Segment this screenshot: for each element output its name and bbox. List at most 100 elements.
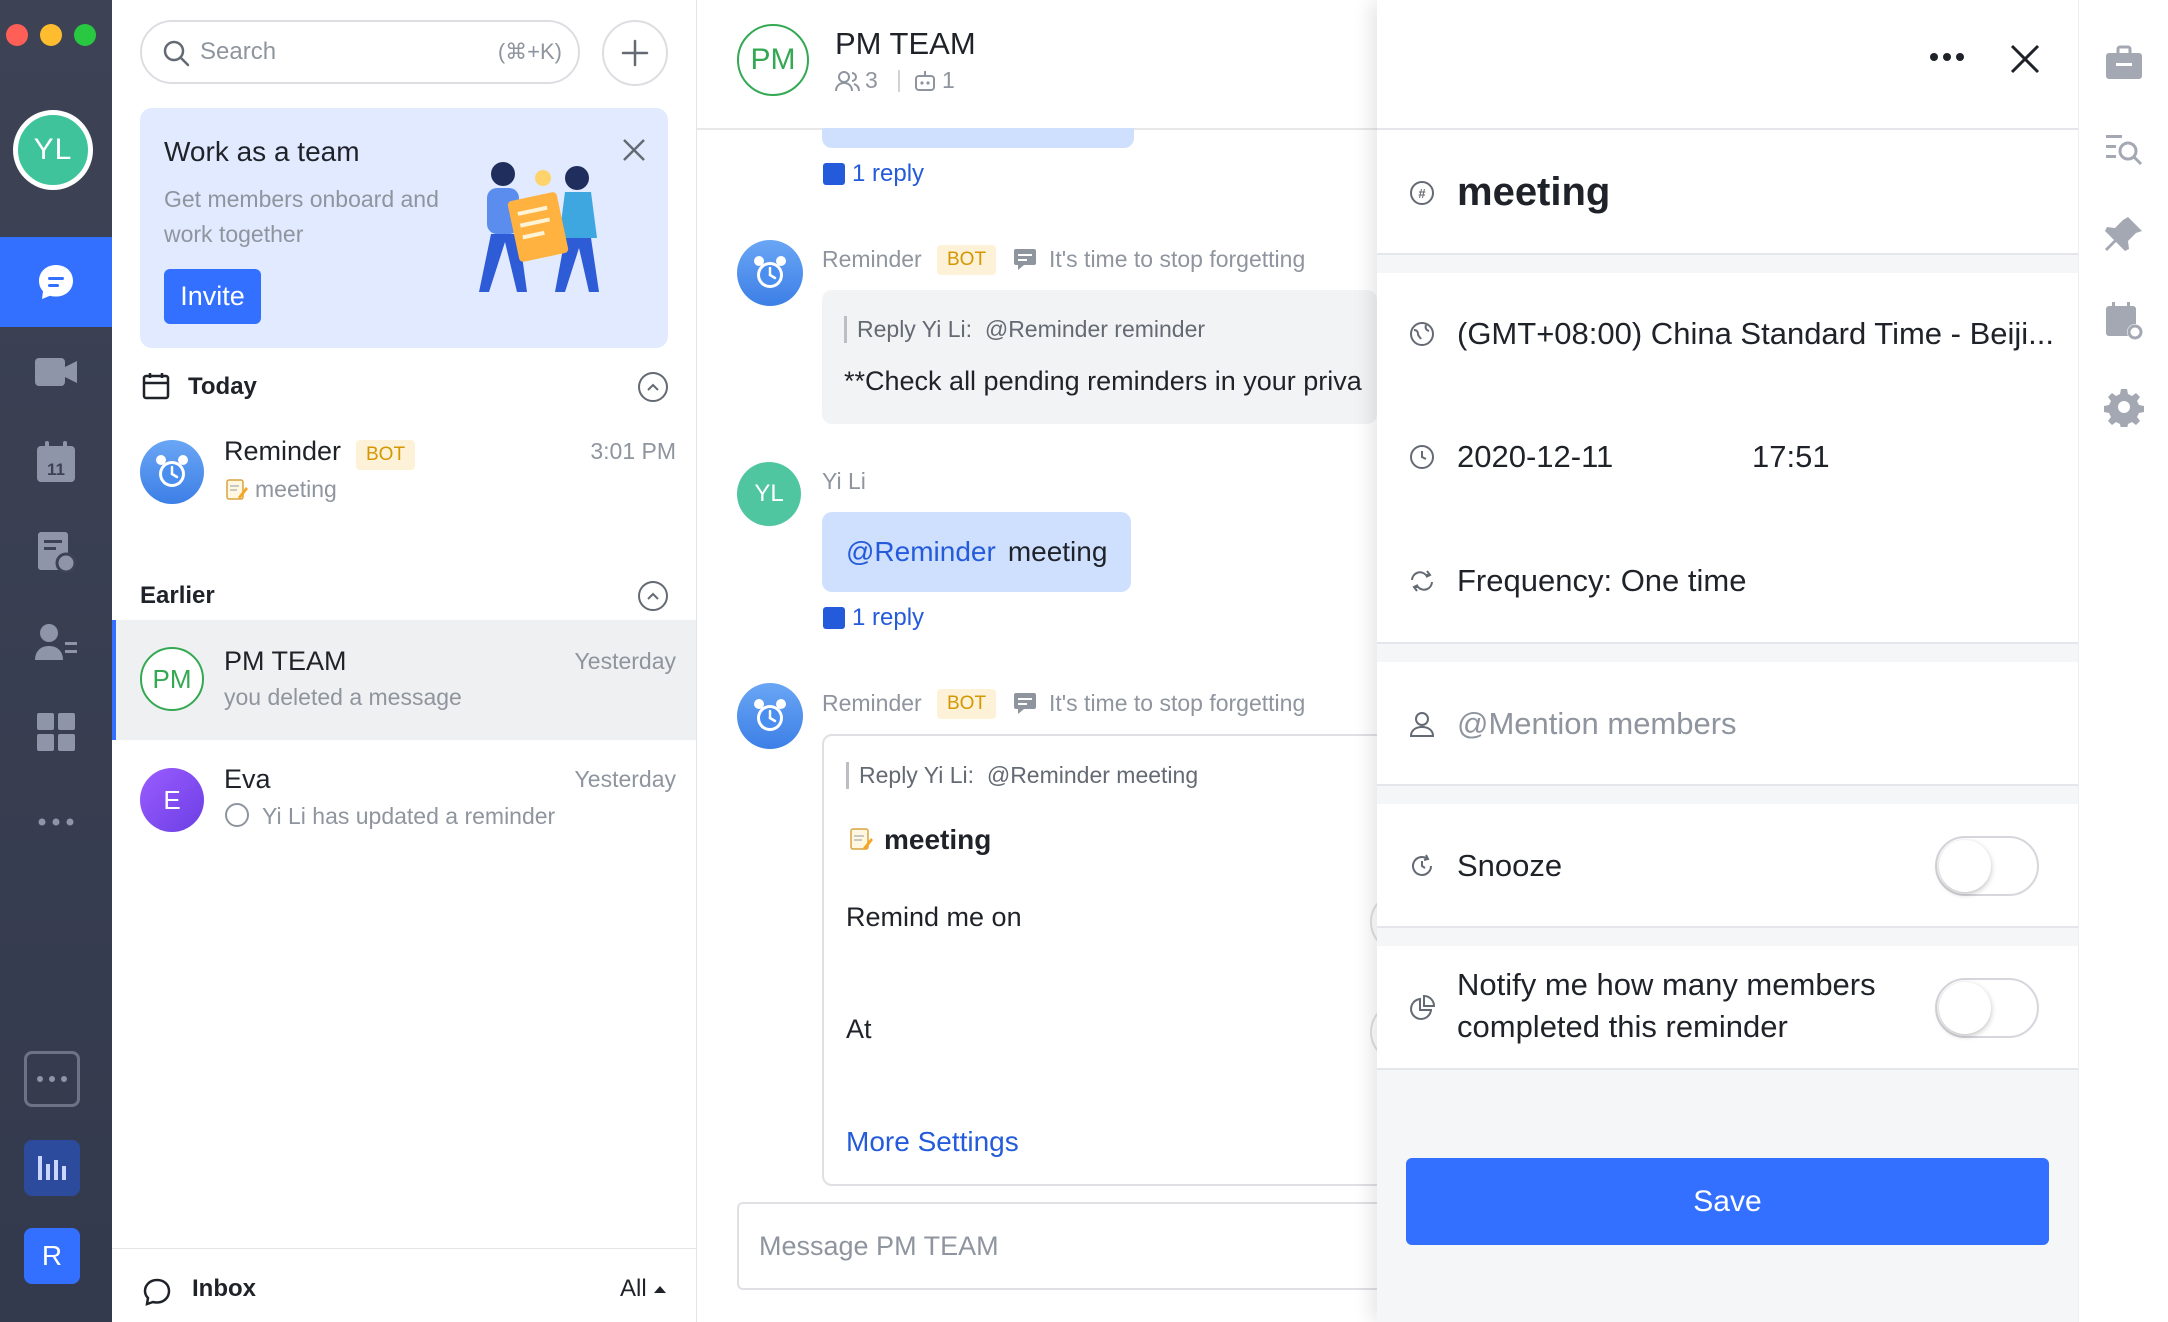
bot-message-body: **Check all pending reminders in your pr… <box>844 366 1362 396</box>
notify-section: Notify me how many members completed thi… <box>1377 946 2078 1070</box>
memo-icon <box>226 479 248 500</box>
section-gap <box>1377 255 2078 273</box>
svg-text:11: 11 <box>47 460 65 479</box>
conversation-header: PM PM TEAM 3 1 <box>697 0 1377 130</box>
invite-button[interactable]: Invite <box>164 269 261 324</box>
rail-calendar[interactable]: 11 <box>0 417 112 507</box>
toolbar-pin[interactable] <box>2103 214 2145 256</box>
workspace-badge[interactable]: R <box>24 1228 80 1284</box>
user-message-bubble: @Reminder meeting <box>822 512 1132 592</box>
right-toolbar <box>2078 0 2168 1322</box>
toolbar-briefcase[interactable] <box>2103 42 2145 84</box>
collapse-today-button[interactable] <box>638 372 668 402</box>
window-minimize-dot[interactable] <box>40 24 62 46</box>
mention-members-input[interactable]: @Mention members <box>1457 706 1737 742</box>
video-camera-icon <box>35 358 77 386</box>
rail-docs[interactable] <box>0 507 112 597</box>
close-icon[interactable] <box>2009 43 2041 75</box>
message-note-icon <box>1014 249 1036 270</box>
rail-more[interactable] <box>0 777 112 867</box>
inbox-filter[interactable]: All <box>620 1275 667 1303</box>
alarm-clock-icon <box>754 256 786 288</box>
reply-link[interactable]: 1 reply <box>852 160 924 188</box>
chat-preview: you deleted a message <box>224 684 462 710</box>
briefcase-icon <box>2106 45 2142 79</box>
timezone-field[interactable]: (GMT+08:00) China Standard Time - Beiji.… <box>1457 316 2054 352</box>
members-icon <box>835 71 860 92</box>
bot-badge: BOT <box>356 440 416 470</box>
gear-icon <box>2104 389 2144 427</box>
toggle-knob <box>1939 982 1991 1034</box>
quote-text: @Reminder meeting <box>986 762 1199 788</box>
composer-placeholder: Message PM TEAM <box>759 1231 999 1261</box>
inbox-filter-label: All <box>620 1275 647 1302</box>
reply-icon <box>823 163 845 185</box>
bot-count: 1 <box>942 67 955 93</box>
eva-avatar: E <box>140 768 204 832</box>
sender-name: Reminder <box>822 690 922 716</box>
reply-link[interactable]: 1 reply <box>852 604 924 632</box>
quote-prefix: Reply Yi Li: <box>859 762 975 788</box>
reply-quote: Reply Yi Li: @Reminder reminder <box>844 316 1205 343</box>
reply-quote: Reply Yi Li: @Reminder meeting <box>846 762 1198 789</box>
pm-team-avatar: PM <box>140 647 204 711</box>
reminder-avatar <box>737 240 803 306</box>
section-gap <box>1377 786 2078 804</box>
reminder-avatar <box>737 683 803 749</box>
snooze-toggle[interactable] <box>1935 836 2039 896</box>
more-dots-icon[interactable] <box>1929 52 1965 62</box>
bar-chart-icon <box>38 1156 66 1180</box>
date-field[interactable]: 2020-12-11 <box>1457 439 1613 475</box>
chevron-up-icon <box>647 592 659 600</box>
search-input[interactable]: Search (⌘+K) <box>140 20 580 84</box>
mention[interactable]: @Reminder <box>846 536 996 568</box>
onboarding-banner: Work as a team Get members onboard and w… <box>140 108 668 348</box>
chat-item-pm-team[interactable]: PM PM TEAM Yesterday you deleted a messa… <box>112 620 696 740</box>
window-zoom-dot[interactable] <box>74 24 96 46</box>
toolbar-calendar-settings[interactable] <box>2103 300 2145 342</box>
contacts-icon <box>35 624 77 660</box>
close-icon[interactable] <box>620 136 648 164</box>
group-avatar[interactable]: PM <box>737 24 809 96</box>
toolbar-settings[interactable] <box>2103 386 2145 428</box>
time-field[interactable]: 17:51 <box>1752 439 1830 475</box>
add-button[interactable] <box>602 20 668 86</box>
rail-more-apps[interactable] <box>24 1051 80 1107</box>
section-earlier: Earlier <box>140 582 215 609</box>
caret-up-icon <box>653 1286 666 1293</box>
window-close-dot[interactable] <box>6 24 28 46</box>
search-icon <box>163 40 190 67</box>
chat-item-eva[interactable]: E Eva Yesterday Yi Li has updated a remi… <box>112 740 696 860</box>
save-button[interactable]: Save <box>1406 1158 2049 1245</box>
search-list-icon <box>2106 135 2143 166</box>
toggle-knob <box>1939 840 1991 892</box>
rail-workplace[interactable] <box>0 687 112 777</box>
rail-contacts[interactable] <box>0 597 112 687</box>
more-settings-link[interactable]: More Settings <box>846 1126 1019 1158</box>
chat-item-reminder[interactable]: Reminder BOT 3:01 PM meeting <box>112 410 696 530</box>
section-gap <box>1377 928 2078 946</box>
notify-toggle[interactable] <box>1935 978 2039 1038</box>
mention-section: @Mention members <box>1377 662 2078 786</box>
status-circle-icon <box>225 803 249 827</box>
yi-li-avatar: YL <box>737 462 801 526</box>
bot-badge: BOT <box>937 689 997 719</box>
rail-video[interactable] <box>0 327 112 417</box>
toolbar-search-history[interactable] <box>2103 128 2145 170</box>
collapse-earlier-button[interactable] <box>638 581 668 611</box>
docs-cloud-icon <box>38 532 76 573</box>
frequency-field[interactable]: Frequency: One time <box>1457 563 1746 599</box>
rail-analytics[interactable] <box>24 1140 80 1196</box>
reminder-title-field[interactable]: meeting <box>1457 170 1610 215</box>
user-avatar[interactable]: YL <box>13 110 93 190</box>
svg-text:#: # <box>1418 186 1426 201</box>
chat-time: 3:01 PM <box>590 438 676 464</box>
pie-chart-icon <box>1407 993 1437 1023</box>
rail-messenger[interactable] <box>0 237 112 327</box>
search-placeholder: Search <box>200 38 277 65</box>
quote-prefix: Reply Yi Li: <box>857 316 973 342</box>
chat-preview: meeting <box>255 476 337 502</box>
chevron-up-icon <box>647 383 659 391</box>
message-composer[interactable]: Message PM TEAM <box>737 1202 1417 1290</box>
chat-time: Yesterday <box>574 766 676 792</box>
